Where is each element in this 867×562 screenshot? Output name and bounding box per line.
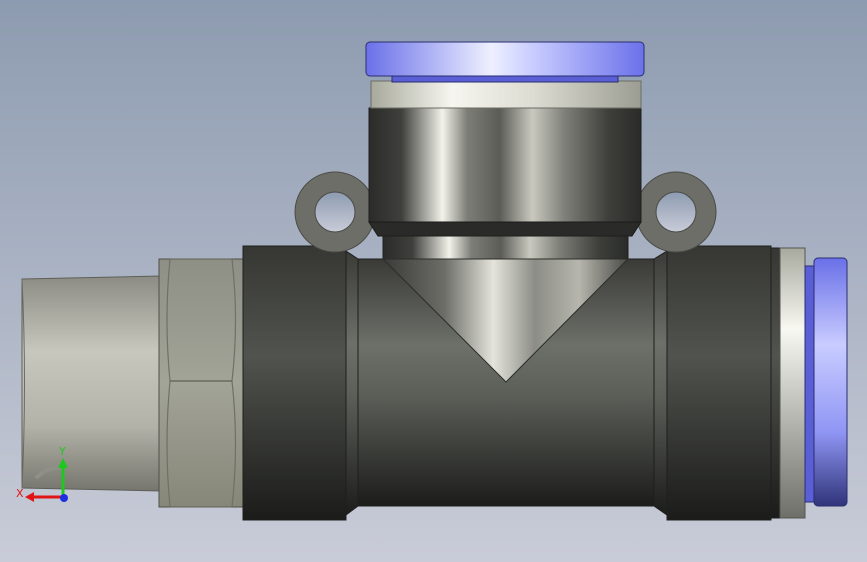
cad-canvas[interactable]: Y X [0, 0, 867, 562]
cad-viewport[interactable]: Y X [0, 0, 867, 562]
right-release-ring[interactable] [779, 247, 806, 519]
x-axis-label: X [16, 487, 24, 500]
threaded-pipe-end[interactable] [21, 275, 161, 492]
top-release-ring[interactable] [370, 80, 642, 109]
top-collet-cap[interactable] [365, 41, 645, 83]
y-axis-label: Y [58, 445, 66, 458]
z-axis-dot [60, 494, 68, 502]
hex-nut[interactable] [158, 258, 244, 508]
right-collet-cap[interactable] [804, 257, 848, 507]
branch-body[interactable] [368, 107, 642, 260]
mounting-lug-right[interactable] [635, 171, 717, 253]
mounting-lug-left[interactable] [294, 171, 376, 253]
